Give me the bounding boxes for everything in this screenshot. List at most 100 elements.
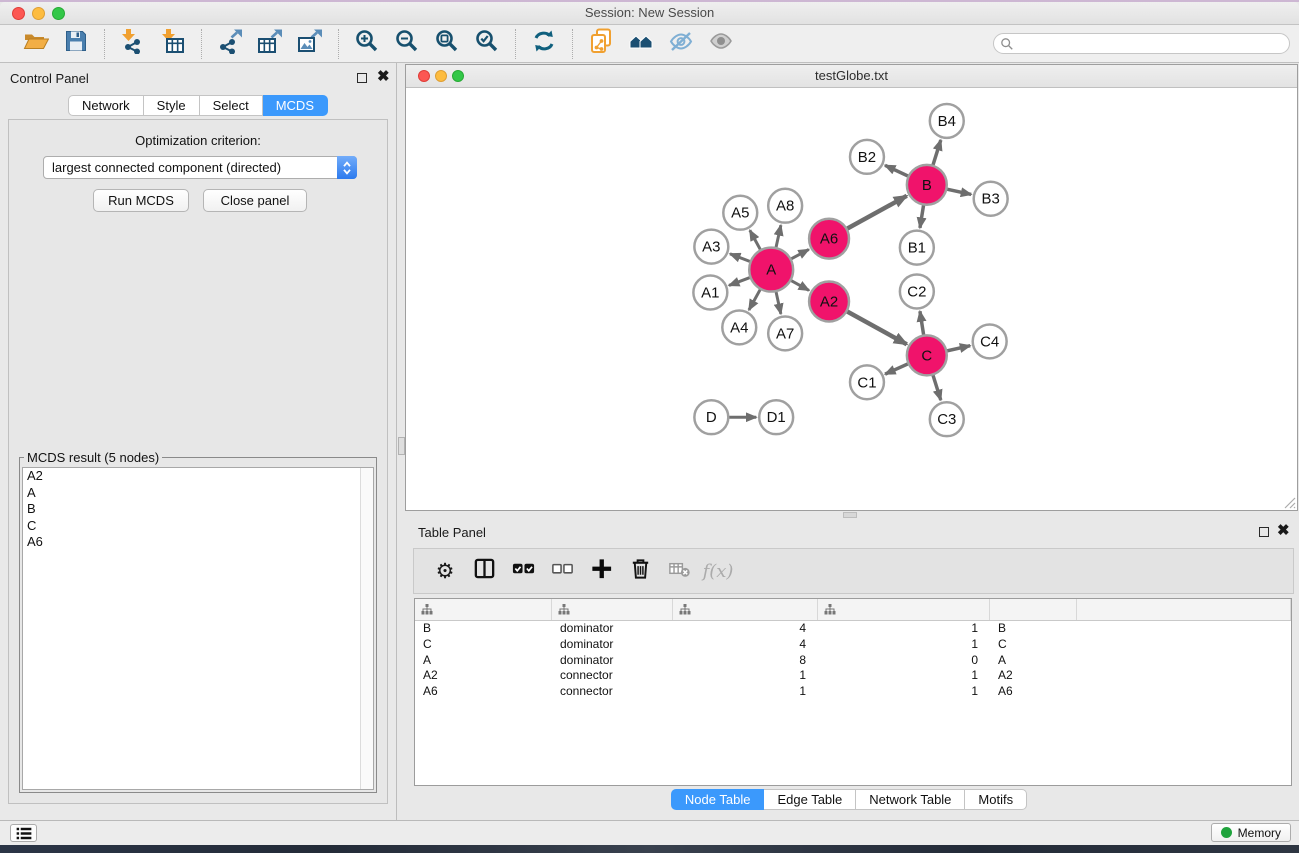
table-cell[interactable]: A2 (990, 668, 1077, 684)
table-cell[interactable]: dominator (552, 653, 673, 669)
trash-button[interactable] (625, 555, 655, 587)
eye-button[interactable] (705, 29, 737, 59)
table-cell[interactable]: 1 (818, 621, 990, 637)
graph-node-D[interactable]: D (694, 400, 728, 434)
table-cell[interactable]: connector (552, 684, 673, 700)
import-table-button[interactable] (157, 29, 189, 59)
table-cell[interactable]: A6 (415, 684, 552, 700)
table-cell[interactable]: 1 (818, 637, 990, 653)
import-network-button[interactable] (117, 29, 149, 59)
select-all-button[interactable] (508, 555, 538, 587)
tab-motifs[interactable]: Motifs (965, 789, 1027, 810)
export-network-button[interactable] (214, 29, 246, 59)
houses-button[interactable] (625, 29, 657, 59)
graph-node-B[interactable]: B (907, 165, 947, 205)
copy-network-button[interactable] (585, 29, 617, 59)
graph-node-A6[interactable]: A6 (809, 219, 849, 259)
graph-node-C3[interactable]: C3 (930, 402, 964, 436)
table-cell[interactable]: C (990, 637, 1077, 653)
vertical-splitter-handle[interactable] (398, 437, 405, 455)
table-panel-close-icon[interactable]: ✖ (1277, 526, 1290, 536)
table-cell[interactable]: 0 (818, 653, 990, 669)
network-zoom-traffic-light[interactable] (452, 70, 464, 82)
column-header-MCDS-role[interactable] (552, 599, 673, 620)
close-traffic-light[interactable] (12, 7, 25, 20)
save-session-button[interactable] (60, 29, 92, 59)
export-image-button[interactable] (294, 29, 326, 59)
optimization-criterion-select[interactable]: largest connected component (directed) (43, 156, 357, 179)
mcds-result-item[interactable]: A (23, 485, 373, 502)
graph-node-A8[interactable]: A8 (768, 189, 802, 223)
table-cell[interactable]: B (990, 621, 1077, 637)
tab-select[interactable]: Select (200, 95, 263, 116)
graph-node-A7[interactable]: A7 (768, 316, 802, 350)
gear-button[interactable]: ⚙ (430, 555, 460, 587)
table-cell[interactable]: connector (552, 668, 673, 684)
table-cell[interactable]: A (415, 653, 552, 669)
tab-mcds[interactable]: MCDS (263, 95, 328, 116)
table-cell[interactable]: A2 (415, 668, 552, 684)
column-header-predecessor-nodes[interactable] (818, 599, 990, 620)
graph-node-C[interactable]: C (907, 335, 947, 375)
mcds-result-item[interactable]: A6 (23, 534, 373, 551)
graph-node-A[interactable]: A (749, 248, 793, 292)
table-cell[interactable]: 4 (673, 637, 818, 653)
unselect-all-button[interactable] (547, 555, 577, 587)
column-header-shared-name[interactable] (415, 599, 552, 620)
tab-node-table[interactable]: Node Table (671, 789, 765, 810)
mcds-result-item[interactable]: A2 (23, 468, 373, 485)
table-row[interactable]: Bdominator41B (415, 621, 1291, 637)
graph-node-B1[interactable]: B1 (900, 231, 934, 265)
window-resize-grip[interactable] (1282, 495, 1296, 509)
tab-network[interactable]: Network (68, 95, 144, 116)
memory-button[interactable]: Memory (1211, 823, 1291, 842)
export-table-button[interactable] (254, 29, 286, 59)
search-input[interactable] (1018, 36, 1283, 52)
graph-node-A3[interactable]: A3 (694, 230, 728, 264)
eye-slash-button[interactable] (665, 29, 697, 59)
zoom-in-button[interactable] (351, 29, 383, 59)
result-list-scrollbar[interactable] (360, 468, 373, 789)
zoom-fit-button[interactable] (431, 29, 463, 59)
table-cell[interactable]: 1 (673, 668, 818, 684)
table-cell[interactable]: 8 (673, 653, 818, 669)
float-panel-icon[interactable] (357, 73, 367, 83)
search-field[interactable] (993, 33, 1290, 54)
graph-node-C2[interactable]: C2 (900, 275, 934, 309)
table-cell[interactable]: 1 (673, 684, 818, 700)
table-cell[interactable]: 1 (818, 684, 990, 700)
table-cell[interactable]: A6 (990, 684, 1077, 700)
graph-node-C4[interactable]: C4 (973, 324, 1007, 358)
table-cell[interactable]: C (415, 637, 552, 653)
minimize-traffic-light[interactable] (32, 7, 45, 20)
zoom-selected-button[interactable] (471, 29, 503, 59)
refresh-button[interactable] (528, 29, 560, 59)
columns-button[interactable] (469, 555, 499, 587)
graph-node-C1[interactable]: C1 (850, 365, 884, 399)
horizontal-splitter-handle[interactable] (843, 512, 857, 518)
table-row[interactable]: Cdominator41C (415, 637, 1291, 653)
mcds-result-item[interactable]: B (23, 501, 373, 518)
graph-node-A1[interactable]: A1 (693, 276, 727, 310)
network-minimize-traffic-light[interactable] (435, 70, 447, 82)
tab-style[interactable]: Style (144, 95, 200, 116)
graph-node-D1[interactable]: D1 (759, 400, 793, 434)
table-cell[interactable]: 1 (818, 668, 990, 684)
graph-node-B2[interactable]: B2 (850, 140, 884, 174)
graph-node-A4[interactable]: A4 (722, 310, 756, 344)
table-row[interactable]: A2connector11A2 (415, 668, 1291, 684)
close-panel-icon[interactable]: ✖ (377, 72, 390, 82)
column-header-name[interactable] (990, 599, 1077, 620)
table-cell[interactable]: 4 (673, 621, 818, 637)
network-close-traffic-light[interactable] (418, 70, 430, 82)
show-panels-list-button[interactable] (10, 824, 37, 842)
table-cell[interactable]: A (990, 653, 1077, 669)
table-row[interactable]: Adominator80A (415, 653, 1291, 669)
mcds-result-item[interactable]: C (23, 518, 373, 535)
tab-network-table[interactable]: Network Table (856, 789, 965, 810)
zoom-traffic-light[interactable] (52, 7, 65, 20)
graph-node-B4[interactable]: B4 (930, 104, 964, 138)
graph-node-B3[interactable]: B3 (974, 182, 1008, 216)
add-button[interactable] (586, 555, 616, 587)
run-mcds-button[interactable]: Run MCDS (93, 189, 189, 212)
